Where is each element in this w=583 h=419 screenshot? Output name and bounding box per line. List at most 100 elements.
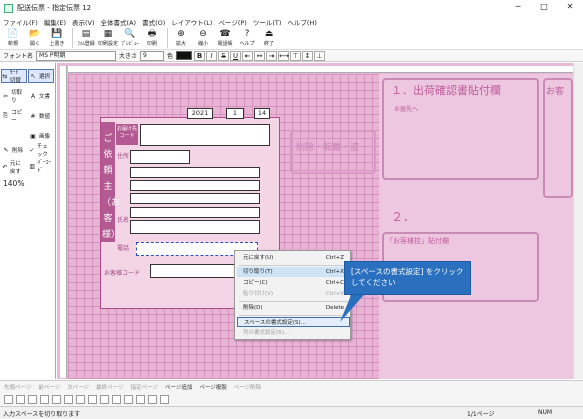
address-line-1[interactable] (130, 167, 260, 178)
context-menu: 元に戻す(U) Ctrl+Z 切り取り(T) Ctrl+X コピー(C) Ctrl+C… (234, 250, 351, 340)
font-size-select[interactable]: 9 (140, 50, 165, 61)
address-line-3[interactable] (130, 193, 260, 204)
layout-icon[interactable] (64, 395, 73, 404)
form-register-label: ﾌｫﾑ登録 (77, 41, 95, 47)
layout-icon[interactable] (100, 395, 109, 404)
delete-page-button[interactable]: ページ削除 (234, 383, 261, 391)
last-page-button[interactable]: 最終ページ (96, 383, 123, 391)
layout-icon[interactable] (124, 395, 133, 404)
align-center-icon[interactable]: ↔ (254, 50, 266, 61)
menu-cut[interactable]: 切り取り(T) Ctrl+X (237, 267, 350, 277)
name-field-2[interactable] (130, 220, 260, 234)
layout-icon[interactable] (76, 395, 85, 404)
layout-icon[interactable] (52, 395, 61, 404)
minimize-button[interactable]: ─ (505, 0, 531, 14)
align-right-icon[interactable]: ⇥ (266, 50, 278, 61)
prev-page-button[interactable]: 前ページ (38, 383, 60, 391)
delete-tool[interactable]: ✎ 削除 (1, 143, 27, 157)
menu-view[interactable]: 表示(V) (72, 17, 95, 27)
zoom-in-button[interactable]: ⊕ 拡大 (171, 27, 191, 49)
valign-bottom-icon[interactable]: ⊥ (314, 50, 326, 61)
menu-help[interactable]: ヘルプ(H) (287, 17, 316, 27)
italic-button[interactable]: I (206, 50, 218, 61)
vertical-scrollbar[interactable] (573, 63, 583, 379)
layout-icon[interactable] (28, 395, 37, 404)
layout-icon[interactable] (16, 395, 25, 404)
print-settings-button[interactable]: ▦ 印刷設定 (98, 27, 118, 49)
select-label: 選択 (39, 74, 51, 80)
menu-paste[interactable]: 貼り付け(V) Ctrl+V (237, 289, 350, 299)
name-field-1[interactable] (130, 207, 260, 218)
mode-switch-button[interactable]: ⇆ ﾓｰﾄﾞ切替 (1, 69, 27, 84)
section-2-number: ２． (391, 210, 416, 224)
preview-button[interactable]: 🔍 ﾌﾟﾚﾋﾞｭｰ (120, 27, 140, 49)
new-button[interactable]: 📄 新規 (3, 27, 23, 49)
menu-copy[interactable]: コピー(C) Ctrl+C (237, 278, 350, 288)
layout-icon[interactable] (40, 395, 49, 404)
print-button[interactable]: 🖶 印刷 (142, 27, 162, 49)
underline-button[interactable]: U (230, 50, 242, 61)
zoom-in-label: 拡大 (175, 41, 186, 47)
undo-tool[interactable]: ↶ 元に戻す (1, 159, 27, 175)
check-tool[interactable]: ✓ チェック (28, 143, 54, 158)
first-page-button[interactable]: 先頭ページ (4, 383, 31, 391)
date-day-field[interactable]: 14 (254, 108, 270, 119)
exit-button[interactable]: ⏏ 終了 (259, 27, 279, 49)
form-register-button[interactable]: ▤ ﾌｫﾑ登録 (76, 27, 96, 49)
zoom-out-label: 縮小 (197, 41, 208, 47)
menu-undo[interactable]: 元に戻す(U) Ctrl+Z (237, 253, 350, 263)
layout-icon[interactable] (112, 395, 121, 404)
menu-undo-shortcut: Ctrl+Z (325, 255, 344, 261)
color-picker[interactable] (176, 51, 193, 60)
open-button[interactable]: 📂 開く (25, 27, 45, 49)
menu-edit[interactable]: 編集(E) (44, 17, 66, 27)
exit-label: 終了 (263, 41, 274, 47)
number-tool[interactable]: # 数値 (28, 109, 54, 123)
menu-column-format[interactable]: 列の書式設定(R)... (237, 328, 350, 338)
new-label: 新規 (7, 41, 18, 47)
text-tool[interactable]: A 文書 (28, 89, 54, 103)
menu-global-format[interactable]: 全体書式(A) (101, 17, 137, 27)
help-button[interactable]: ? ヘルプ (237, 27, 257, 49)
align-justify-icon[interactable]: ⟷ (278, 50, 289, 61)
copy-tool[interactable]: ⎘ コピー (1, 109, 27, 124)
customer-code-field[interactable] (150, 264, 240, 278)
duplicate-page-button[interactable]: ページ複製 (199, 383, 226, 391)
menu-page[interactable]: ページ(P) (218, 17, 246, 27)
address-line-2[interactable] (130, 180, 260, 191)
strikethrough-button[interactable]: S (218, 50, 230, 61)
date-month-field[interactable]: 1 (226, 108, 244, 119)
customer-copy-title: 「お客様控」貼付欄 (386, 237, 449, 245)
date-year-field[interactable]: 2021 (187, 108, 213, 119)
next-page-button[interactable]: 次ページ (67, 383, 89, 391)
menu-tools[interactable]: ツール(T) (253, 17, 282, 27)
barcode-icon: ▥ (29, 162, 36, 170)
bold-button[interactable]: B (194, 50, 206, 61)
select-tool[interactable]: ↖ 選択 (28, 69, 54, 83)
menu-space-format[interactable]: スペースの書式設定(S)... (237, 317, 350, 327)
save-button[interactable]: 💾 上書き (47, 27, 67, 49)
add-page-button[interactable]: ページ追加 (165, 383, 192, 391)
valign-middle-icon[interactable]: ↕ (302, 50, 314, 61)
layout-icon[interactable] (160, 395, 169, 404)
layout-icon[interactable] (148, 395, 157, 404)
phonebook-button[interactable]: ☎ 電話帳 (215, 27, 235, 49)
layout-icon[interactable] (136, 395, 145, 404)
valign-top-icon[interactable]: ⊤ (290, 50, 302, 61)
zoom-out-button[interactable]: ⊖ 縮小 (193, 27, 213, 49)
cut-tool[interactable]: ✂ 切取り (1, 89, 27, 104)
maximize-button[interactable]: □ (531, 0, 557, 14)
goto-page-button[interactable]: 指定ページ (131, 383, 158, 391)
align-left-icon[interactable]: ⇤ (242, 50, 254, 61)
image-tool[interactable]: ▣ 画像 (28, 129, 54, 143)
layout-icon[interactable] (4, 395, 13, 404)
menu-file[interactable]: ファイル(F) (3, 17, 38, 27)
close-button[interactable]: ✕ (557, 0, 583, 14)
font-select[interactable]: MS P明朝 (36, 50, 117, 61)
postal-code-field[interactable] (130, 150, 190, 164)
menu-layout[interactable]: レイアウト(L) (171, 17, 212, 27)
barcode-tool[interactable]: ▥ ﾊﾞｰｺｰﾄﾞ (28, 159, 54, 174)
layout-icon[interactable] (88, 395, 97, 404)
top-code-field[interactable] (140, 124, 270, 146)
menu-delete[interactable]: 削除(D) Delete (237, 303, 350, 313)
